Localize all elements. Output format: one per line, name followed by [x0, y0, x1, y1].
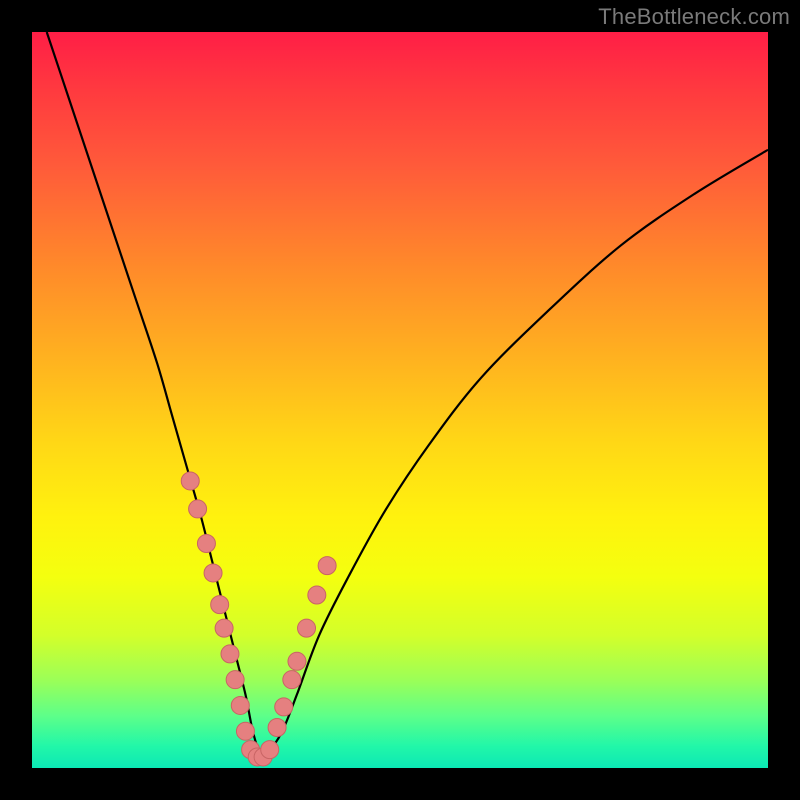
watermark-label: TheBottleneck.com [598, 4, 790, 30]
dot [215, 619, 233, 637]
dot [226, 671, 244, 689]
dot [261, 741, 279, 759]
dot [254, 748, 272, 766]
dot [318, 557, 336, 575]
frame-background: TheBottleneck.com [0, 0, 800, 800]
dot [283, 671, 301, 689]
dot [268, 719, 286, 737]
dot [308, 586, 326, 604]
dot [211, 596, 229, 614]
dot [204, 564, 222, 582]
chart-svg [32, 32, 768, 768]
dot [242, 741, 260, 759]
dot [181, 472, 199, 490]
dot [248, 748, 266, 766]
dot [189, 500, 207, 518]
highlight-dots [181, 472, 336, 766]
dot [236, 722, 254, 740]
dot [275, 698, 293, 716]
bottleneck-curve [47, 32, 768, 756]
dot [221, 645, 239, 663]
dot [298, 619, 316, 637]
dot [197, 535, 215, 553]
plot-area [32, 32, 768, 768]
dot [288, 652, 306, 670]
dot [231, 696, 249, 714]
